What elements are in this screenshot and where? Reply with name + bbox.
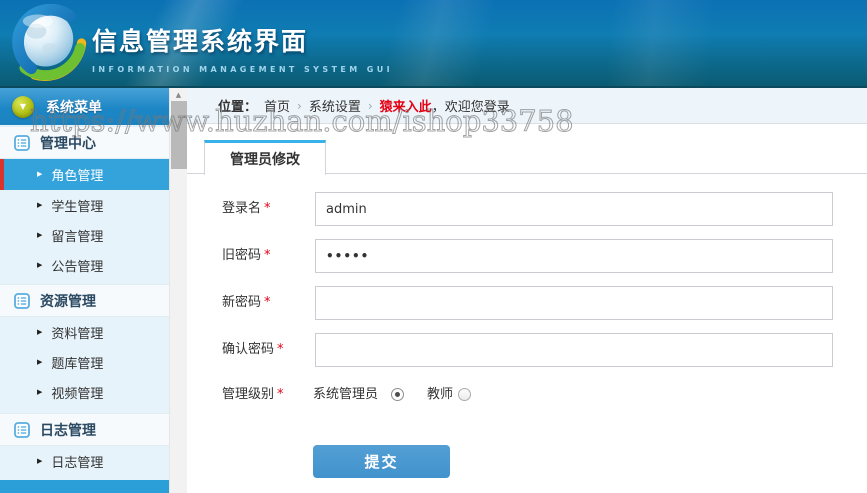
old-password-label: 旧密码 * (222, 248, 271, 263)
option-system-admin-label: 系统管理员 (313, 387, 379, 402)
sidebar-item-log-management[interactable]: ▶ 日志管理 (0, 446, 169, 476)
app-subtitle: INFORMATION MANAGEMENT SYSTEM GUI (92, 65, 394, 74)
radio-system-admin[interactable] (391, 388, 404, 401)
arrow-right-icon: ▶ (37, 230, 43, 239)
sidebar-item-label: 公告管理 (51, 259, 104, 275)
menu-title: 系统菜单 (46, 99, 102, 116)
tab-admin-edit[interactable]: 管理员修改 (204, 140, 326, 175)
confirm-password-field[interactable] (315, 333, 833, 367)
confirm-password-label: 确认密码 * (222, 342, 284, 357)
tab-label: 管理员修改 (230, 152, 300, 168)
globe-swoosh-logo (12, 4, 87, 81)
arrow-right-icon: ▶ (37, 200, 43, 209)
login-name-field[interactable] (315, 192, 833, 226)
sidebar-item-student-management[interactable]: ▶ 学生管理 (0, 190, 169, 220)
breadcrumb: 位置： 首页 › 系统设置 › 猿来入此 ，欢迎您登录 (187, 88, 867, 124)
app-window: 信息管理系统界面 INFORMATION MANAGEMENT SYSTEM G… (0, 0, 867, 493)
sidebar-section-log-management[interactable]: 日志管理 (0, 413, 169, 446)
breadcrumb-settings-link[interactable]: 系统设置 (309, 96, 361, 115)
scroll-up-icon: ▲ (175, 91, 182, 99)
list-icon (14, 421, 30, 438)
sidebar-section-label: 日志管理 (40, 422, 96, 439)
old-password-field[interactable] (315, 239, 833, 273)
required-asterisk: * (277, 387, 284, 402)
form-row-login-name: 登录名 * (187, 192, 867, 226)
sidebar-section-label: 管理中心 (40, 135, 96, 152)
arrow-right-icon: ▶ (37, 260, 43, 269)
main-content: 位置： 首页 › 系统设置 › 猿来入此 ，欢迎您登录 管理员修改 登录名* 旧… (187, 88, 867, 493)
sidebar-item-label: 角色管理 (51, 169, 104, 184)
arrow-right-icon: ▶ (37, 327, 43, 336)
header-titles: 信息管理系统界面 INFORMATION MANAGEMENT SYSTEM G… (92, 22, 393, 74)
required-asterisk: * (264, 201, 271, 216)
arrow-right-icon: ▶ (37, 170, 43, 178)
new-password-field[interactable] (315, 286, 833, 320)
sidebar-item-label: 日志管理 (51, 455, 104, 471)
breadcrumb-separator-icon: › (297, 98, 302, 113)
scrollbar-thumb[interactable] (171, 101, 187, 169)
sidebar-item-label: 视频管理 (51, 386, 104, 402)
required-asterisk: * (264, 248, 271, 263)
breadcrumb-home-link[interactable]: 首页 (264, 96, 290, 115)
chevron-down-icon: ▼ (19, 101, 27, 111)
arrow-right-icon: ▶ (37, 456, 43, 465)
option-teacher-label: 教师 (427, 387, 454, 402)
sidebar-item-announcement-management[interactable]: ▶ 公告管理 (0, 250, 169, 280)
sidebar-item-message-management[interactable]: ▶ 留言管理 (0, 220, 169, 250)
list-icon (14, 292, 30, 309)
breadcrumb-welcome-highlight: 猿来入此 (379, 100, 432, 115)
tab-strip: 管理员修改 (187, 140, 867, 175)
required-asterisk: * (277, 342, 284, 357)
list-icon (14, 134, 30, 151)
sidebar-item-label: 留言管理 (51, 229, 104, 245)
collapse-circle-icon[interactable]: ▼ (12, 95, 34, 118)
sidebar-item-video-management[interactable]: ▶ 视频管理 (0, 377, 169, 407)
breadcrumb-prefix: 位置： (218, 100, 258, 115)
sidebar-bottom-bar (0, 480, 169, 493)
sidebar-item-question-bank-management[interactable]: ▶ 题库管理 (0, 347, 169, 377)
new-password-label: 新密码 * (222, 295, 271, 310)
sidebar-item-label: 资料管理 (51, 326, 104, 342)
arrow-right-icon: ▶ (37, 387, 43, 396)
sidebar-item-label: 题库管理 (51, 356, 104, 372)
sidebar-section-label: 资源管理 (40, 293, 96, 310)
app-header: 信息管理系统界面 INFORMATION MANAGEMENT SYSTEM G… (0, 0, 867, 88)
sidebar-item-label: 学生管理 (51, 199, 104, 215)
radio-teacher[interactable] (458, 388, 471, 401)
sidebar-item-data-management[interactable]: ▶ 资料管理 (0, 317, 169, 347)
required-asterisk: * (264, 295, 271, 310)
breadcrumb-welcome-suffix: ，欢迎您登录 (431, 100, 510, 115)
sidebar-item-role-management[interactable]: ▶ 角色管理 (0, 159, 169, 190)
sidebar-section-resource-management[interactable]: 资源管理 (0, 284, 169, 317)
form-row-admin-level: 管理级别 * 系统管理员 教师 (187, 385, 867, 405)
sidebar-section-admin-center[interactable]: 管理中心 (0, 126, 169, 159)
sidebar-scrollbar[interactable]: ▲ (169, 88, 187, 493)
form-row-confirm-password: 确认密码 * (187, 333, 867, 367)
sidebar-menu-header[interactable]: ▼ 系统菜单 (0, 88, 169, 125)
form-row-new-password: 新密码 * (187, 286, 867, 320)
scroll-up-button[interactable]: ▲ (170, 88, 187, 102)
admin-level-label: 管理级别 * (222, 387, 284, 402)
submit-button[interactable]: 提交 (313, 445, 450, 478)
app-title: 信息管理系统界面 (92, 27, 309, 56)
arrow-right-icon: ▶ (37, 357, 43, 366)
form-row-old-password: 旧密码 * (187, 239, 867, 273)
sidebar: ▼ 系统菜单 管理中心 ▶ 角色管理 ▶ 学生管理 ▶ 留言管理 ▶ 公告管理 … (0, 88, 169, 493)
breadcrumb-separator-icon: › (367, 98, 373, 113)
login-name-label: 登录名 * (222, 201, 271, 216)
admin-edit-form: 登录名* 旧密码* 新密码* 确认密码* 管理级别* 系统管理员 教师 (187, 174, 867, 493)
